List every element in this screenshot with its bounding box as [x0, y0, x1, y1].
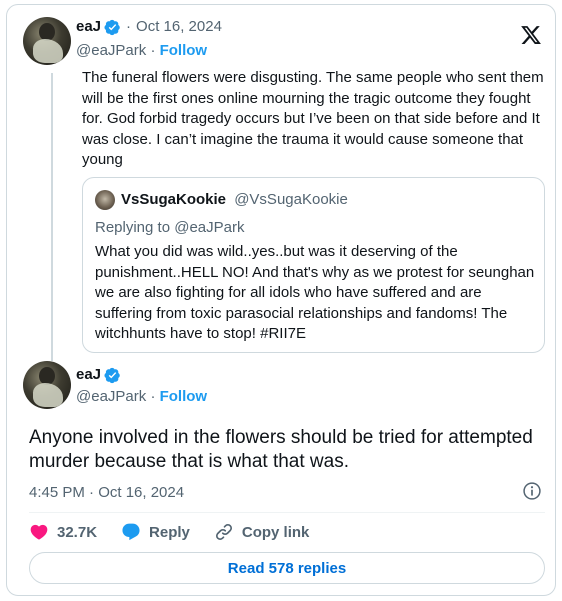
reply-button[interactable]: Reply: [121, 522, 190, 542]
verified-badge-icon: [104, 367, 120, 383]
replying-prefix: Replying to: [95, 219, 171, 236]
heart-icon: [30, 524, 48, 540]
parent-handle-row: @eaJPark · Follow: [76, 42, 208, 59]
info-icon[interactable]: [522, 481, 542, 501]
copy-link-label: Copy link: [241, 523, 310, 541]
quoted-display-name: VsSugaKookie: [121, 191, 227, 208]
parent-tweet-text: The funeral flowers were disgusting. The…: [82, 69, 544, 168]
tweet-embed-card: eaJ · Oct 16, 2024 @eaJPark · Follow The…: [6, 4, 556, 596]
tweet-date[interactable]: Oct 16, 2024: [136, 17, 222, 37]
tweet-timestamp[interactable]: 4:45 PM · Oct 16, 2024: [29, 483, 184, 503]
quoted-tweet[interactable]: VsSugaKookie @VsSugaKookie Replying to @…: [82, 177, 545, 353]
replying-to: Replying to @eaJPark: [95, 218, 244, 238]
separator: ·: [150, 388, 160, 405]
display-name[interactable]: eaJ: [76, 17, 101, 37]
avatar[interactable]: [23, 17, 71, 65]
follow-button[interactable]: Follow: [160, 42, 208, 59]
reply-label: Reply: [149, 523, 190, 541]
link-icon: [215, 523, 232, 541]
main-tweet-text: Anyone involved in the flowers should be…: [29, 427, 533, 472]
tweet-actions: 32.7K Reply Copy link: [29, 520, 333, 544]
quoted-tweet-text: What you did was wild..yes..but was it d…: [95, 243, 535, 342]
quoted-handle: @VsSugaKookie: [234, 191, 348, 208]
handle[interactable]: @eaJPark: [76, 388, 146, 405]
follow-button[interactable]: Follow: [160, 388, 208, 405]
like-count: 32.7K: [57, 523, 98, 541]
main-name-row: eaJ: [76, 365, 121, 385]
divider: [29, 512, 545, 513]
handle[interactable]: @eaJPark: [76, 42, 146, 59]
like-button[interactable]: 32.7K: [29, 522, 97, 542]
thread-line: [51, 73, 53, 361]
speech-bubble-icon: [122, 523, 140, 541]
copy-link-button[interactable]: Copy link: [214, 522, 310, 542]
quoted-name-row: VsSugaKookie @VsSugaKookie: [121, 190, 348, 210]
replying-to-handle: @eaJPark: [174, 219, 245, 236]
main-handle-row: @eaJPark · Follow: [76, 387, 207, 407]
verified-badge-icon: [104, 19, 120, 35]
parent-name-row: eaJ · Oct 16, 2024: [76, 17, 222, 37]
avatar[interactable]: [23, 361, 71, 409]
separator: ·: [126, 18, 132, 35]
avatar: [95, 190, 115, 210]
x-logo-icon[interactable]: [520, 24, 542, 46]
display-name[interactable]: eaJ: [76, 365, 101, 385]
read-replies-button[interactable]: Read 578 replies: [29, 552, 545, 584]
